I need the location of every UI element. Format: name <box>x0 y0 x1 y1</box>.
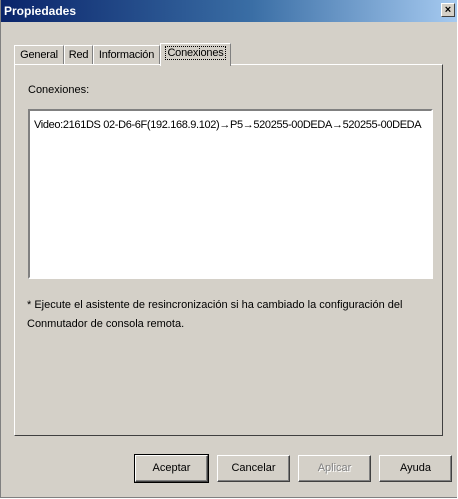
apply-button[interactable]: Aplicar <box>298 455 371 482</box>
resync-note: * Ejecute el asistente de resincronizaci… <box>27 299 403 330</box>
tab-informacion[interactable]: Información <box>93 45 160 64</box>
cancel-button[interactable]: Cancelar <box>217 455 290 482</box>
accept-button-label: Aceptar <box>152 462 191 474</box>
tab-informacion-label: Información <box>98 49 155 61</box>
tab-panel-conexiones: Conexiones: Video:2161DS 02-D6-6F(192.16… <box>14 64 443 436</box>
help-button[interactable]: Ayuda <box>379 455 452 482</box>
title-bar[interactable]: Propiedades × <box>1 0 457 22</box>
tab-red-label: Red <box>68 49 89 61</box>
help-button-label: Ayuda <box>400 462 431 474</box>
close-icon: × <box>444 4 452 16</box>
list-item[interactable]: Video:2161DS 02-D6-6F(192.168.9.102)→P5→… <box>34 119 422 131</box>
connections-label: Conexiones: <box>28 84 90 96</box>
tab-conexiones[interactable]: Conexiones <box>160 43 231 66</box>
accept-button[interactable]: Aceptar <box>134 454 209 483</box>
apply-button-label: Aplicar <box>317 462 352 474</box>
tab-general[interactable]: General <box>14 45 64 64</box>
close-button[interactable]: × <box>441 3 455 17</box>
properties-dialog: Propiedades × General Red Información Co… <box>0 0 457 498</box>
tab-red[interactable]: Red <box>64 45 93 64</box>
tab-conexiones-label: Conexiones <box>165 46 226 60</box>
connections-list[interactable]: Video:2161DS 02-D6-6F(192.168.9.102)→P5→… <box>28 109 433 279</box>
tab-general-label: General <box>20 49 58 61</box>
window-title: Propiedades <box>4 4 77 18</box>
cancel-button-label: Cancelar <box>231 462 276 474</box>
